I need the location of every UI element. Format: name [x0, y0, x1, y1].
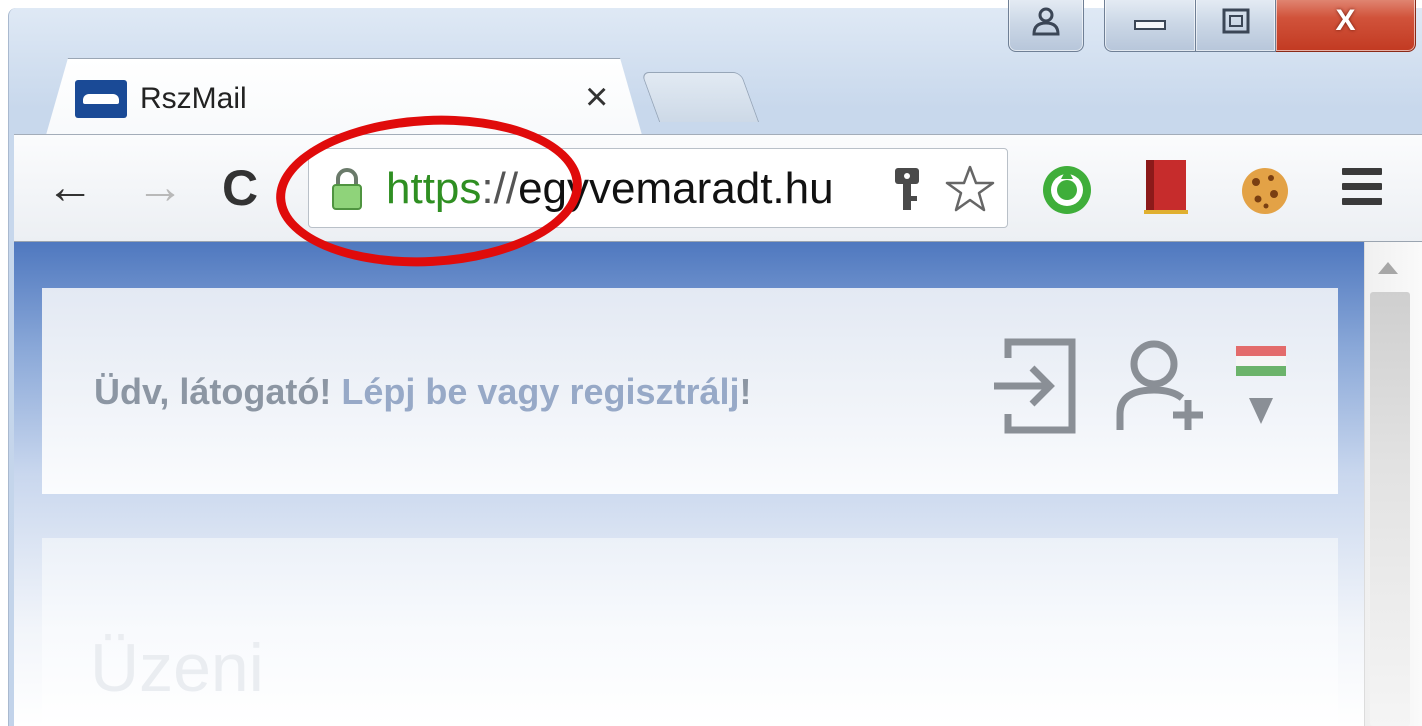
register-link[interactable]: regisztrálj: [569, 371, 739, 412]
scroll-up-arrow[interactable]: [1378, 262, 1398, 274]
cookie-icon[interactable]: [1238, 164, 1292, 218]
maximize-button[interactable]: [1196, 0, 1276, 52]
profile-button[interactable]: [1008, 0, 1084, 52]
back-button[interactable]: ←: [46, 164, 94, 212]
minimize-icon: [1134, 19, 1166, 30]
new-tab-button[interactable]: [640, 72, 760, 122]
red-extension-icon[interactable]: [1140, 158, 1192, 218]
hungarian-flag-icon[interactable]: [1236, 344, 1286, 428]
tab-close-button[interactable]: ×: [585, 77, 608, 117]
minimize-button[interactable]: [1104, 0, 1196, 52]
menu-icon[interactable]: [1342, 168, 1382, 212]
user-icon: [1032, 7, 1060, 35]
close-window-button[interactable]: X: [1276, 0, 1416, 52]
green-extension-icon[interactable]: [1040, 163, 1094, 217]
greeting-text: Üdv, látogató!: [94, 371, 332, 412]
login-link[interactable]: Lépj be: [341, 371, 467, 412]
star-icon[interactable]: [944, 163, 996, 215]
add-user-icon[interactable]: [1114, 338, 1214, 434]
exclamation-text: !: [739, 371, 752, 412]
welcome-message: Üdv, látogató! Lépj be vagy regisztrálj!: [94, 370, 752, 414]
scrollbar-thumb[interactable]: [1370, 292, 1410, 726]
tab-rszmail[interactable]: [44, 58, 644, 142]
conjunction-text: vagy: [477, 371, 560, 412]
section-title: Üzeni: [90, 630, 264, 706]
favicon-icon: [75, 80, 127, 118]
tab-title: RszMail: [140, 82, 247, 115]
forward-button[interactable]: →: [136, 164, 184, 212]
login-icon[interactable]: [992, 336, 1078, 436]
close-icon: X: [1335, 3, 1356, 37]
reload-button[interactable]: C: [222, 163, 258, 213]
maximize-icon: [1222, 8, 1249, 33]
key-icon[interactable]: [892, 166, 922, 214]
